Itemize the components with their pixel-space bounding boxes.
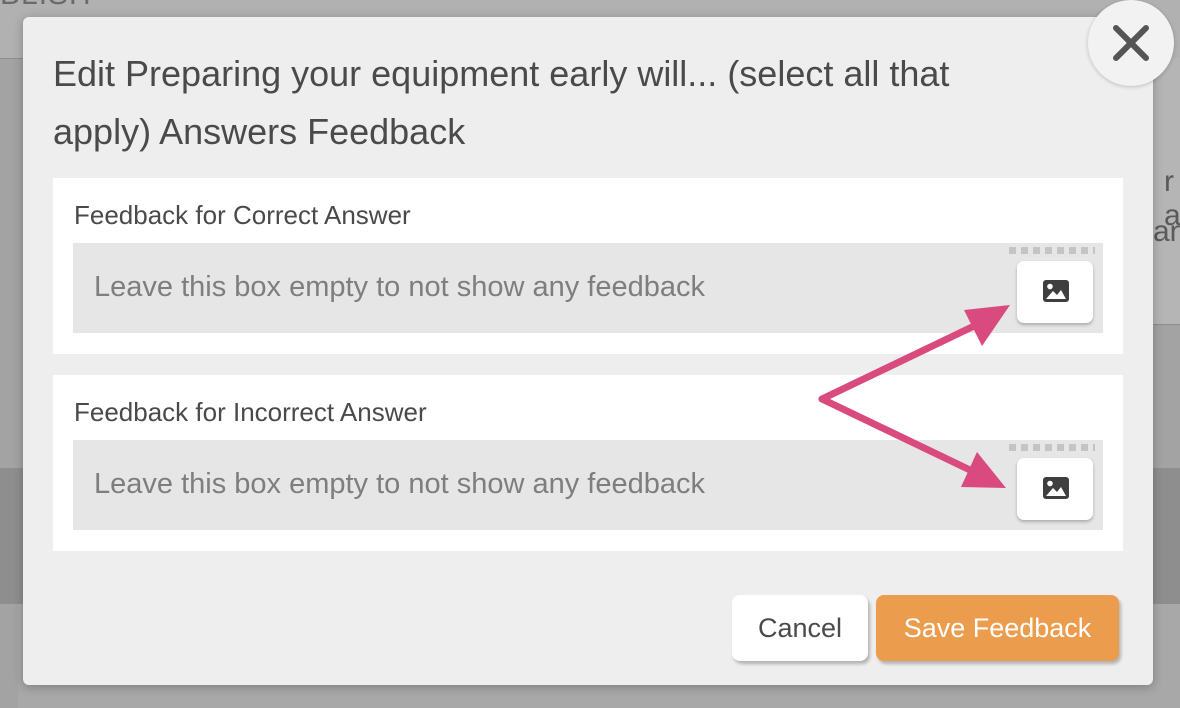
cancel-button[interactable]: Cancel [732,595,868,661]
incorrect-feedback-input[interactable]: Leave this box empty to not show any fee… [73,440,1103,530]
close-button[interactable] [1088,0,1174,86]
correct-feedback-placeholder: Leave this box empty to not show any fee… [94,271,705,303]
background-card-text: an [1153,215,1180,248]
save-feedback-button[interactable]: Save Feedback [876,595,1119,661]
background-topbar-text: BLISH [0,0,92,12]
resize-handle[interactable] [1009,247,1095,254]
modal-title: Edit Preparing your equipment early will… [53,53,950,152]
correct-feedback-label: Feedback for Correct Answer [74,200,411,230]
incorrect-feedback-placeholder: Leave this box empty to not show any fee… [94,468,705,500]
incorrect-feedback-label: Feedback for Incorrect Answer [74,397,427,427]
image-icon [1043,477,1069,499]
correct-feedback-image-button[interactable] [1017,261,1093,323]
resize-handle[interactable] [1009,444,1095,451]
incorrect-feedback-section: Feedback for Incorrect Answer Leave this… [53,375,1123,551]
image-icon [1043,280,1069,302]
correct-feedback-input[interactable]: Leave this box empty to not show any fee… [73,243,1103,333]
incorrect-feedback-image-button[interactable] [1017,458,1093,520]
close-icon [1113,25,1149,61]
correct-feedback-section: Feedback for Correct Answer Leave this b… [53,178,1123,354]
